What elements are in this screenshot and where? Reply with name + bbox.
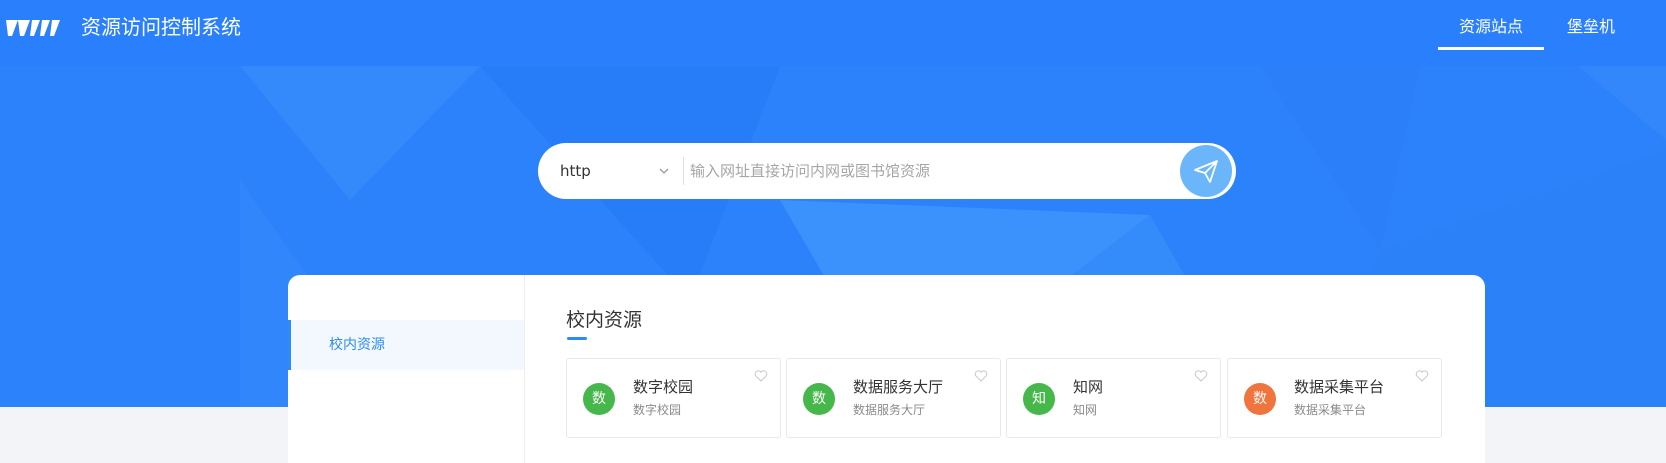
app-title: 资源访问控制系统	[81, 15, 241, 39]
search-bar: http	[538, 143, 1236, 199]
resource-name: 数据服务大厅	[853, 378, 944, 396]
resource-subtitle: 数据采集平台	[1294, 403, 1367, 417]
resource-name: 知网	[1073, 378, 1104, 396]
chevron-down-icon	[659, 168, 669, 174]
search-input[interactable]	[690, 153, 1150, 189]
resource-card[interactable]: 数 数字校园 数字校园	[566, 358, 781, 438]
resource-badge: 数	[583, 383, 615, 415]
resource-card[interactable]: 数 数据采集平台 数据采集平台	[1227, 358, 1442, 438]
resource-badge: 数	[1244, 383, 1276, 415]
resource-panel: 校内资源 校内资源 数 数字校园 数字校园 数 数据服务大厅 数据服务大厅 知 …	[288, 275, 1485, 463]
resource-subtitle: 数据服务大厅	[853, 403, 926, 417]
logo-icon	[6, 20, 60, 36]
heart-icon[interactable]	[974, 369, 988, 383]
heart-icon[interactable]	[1194, 369, 1208, 383]
category-sidebar: 校内资源	[288, 275, 525, 463]
search-divider	[683, 157, 684, 185]
search-submit-button[interactable]	[1180, 145, 1232, 197]
section-title-underline	[567, 337, 587, 340]
sidebar-item-campus-resources[interactable]: 校内资源	[288, 320, 524, 370]
heart-icon[interactable]	[754, 369, 768, 383]
nav-item-label: 堡垒机	[1566, 17, 1615, 36]
resource-subtitle: 知网	[1073, 403, 1098, 417]
nav-item-resource-sites[interactable]: 资源站点	[1438, 0, 1544, 50]
resource-badge: 知	[1023, 383, 1055, 415]
resource-card[interactable]: 知 知网 知网	[1006, 358, 1221, 438]
resource-badge: 数	[803, 383, 835, 415]
top-navigation-bar: 资源访问控制系统 资源站点 堡垒机	[0, 0, 1666, 66]
resource-card[interactable]: 数 数据服务大厅 数据服务大厅	[786, 358, 1001, 438]
nav-item-label: 资源站点	[1458, 17, 1523, 36]
resource-name: 数字校园	[633, 378, 694, 396]
nav-item-bastion-host[interactable]: 堡垒机	[1552, 0, 1630, 50]
protocol-value: http	[560, 162, 591, 180]
paper-plane-icon	[1194, 160, 1218, 183]
resource-subtitle: 数字校园	[633, 403, 682, 417]
section-title: 校内资源	[566, 309, 643, 331]
heart-icon[interactable]	[1415, 369, 1429, 383]
protocol-select[interactable]: http	[560, 143, 680, 199]
resource-name: 数据采集平台	[1294, 378, 1385, 396]
